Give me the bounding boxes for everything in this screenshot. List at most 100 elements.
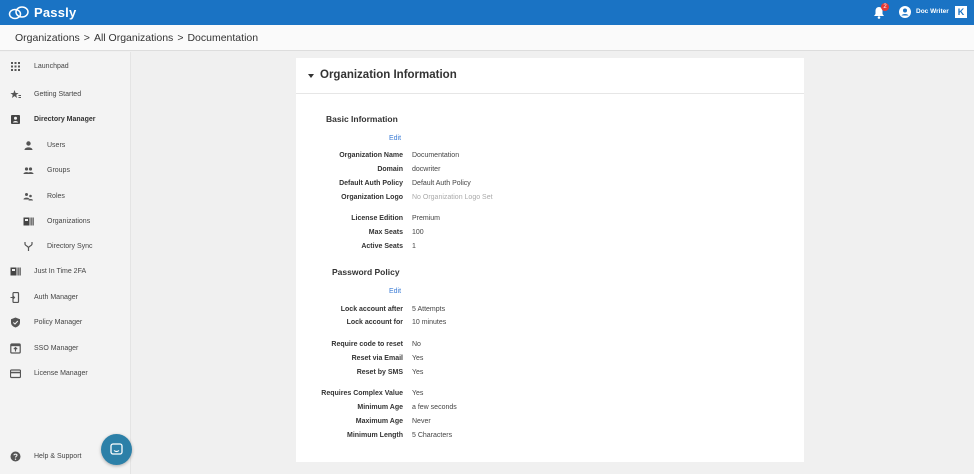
row-key: Organization Name [339,152,403,159]
info-row: Require code to reset No [296,341,804,353]
row-value: Default Auth Policy [412,180,471,187]
sidebar-item-label: Roles [47,193,65,200]
account-circle-icon[interactable] [899,6,911,18]
sidebar-item-users[interactable]: Users [0,137,131,155]
sidebar-item-directory-sync[interactable]: Directory Sync [0,238,131,256]
info-row: Requires Complex Value Yes [296,390,804,402]
row-key: Max Seats [368,229,403,236]
jit-icon [10,267,21,276]
sidebar-item-label: Help & Support [34,453,82,460]
sidebar-item-policy-manager[interactable]: Policy Manager [0,314,131,332]
row-key: Reset by SMS [356,369,403,376]
row-value: a few seconds [412,404,457,411]
row-value: No Organization Logo Set [412,194,493,201]
info-row: License Edition Premium [296,215,804,227]
sidebar-item-label: Just In Time 2FA [34,268,87,275]
info-row: Max Seats 100 [296,229,804,241]
sidebar-item-label: Launchpad [34,63,69,70]
app-logo[interactable]: Passly [8,4,76,21]
sidebar-item-groups[interactable]: Groups [0,162,131,180]
row-key: Maximum Age [355,418,403,425]
row-value: Yes [412,355,424,362]
row-value: 100 [412,229,424,236]
card-header[interactable]: Organization Information [296,58,804,94]
row-key: Lock account for [346,319,403,326]
row-key: Organization Logo [341,194,403,201]
sidebar: Launchpad Getting Started Directory Mana… [0,52,131,474]
sidebar-item-label: Directory Manager [34,116,96,123]
basic-info-title: Basic Information [326,114,398,124]
row-key: Lock account after [340,306,403,313]
password-policy-edit-link[interactable]: Edit [389,288,401,295]
sidebar-item-sso-manager[interactable]: SSO Manager [0,340,131,358]
row-value: 5 Attempts [412,306,446,313]
row-value: No [412,341,421,348]
sidebar-item-label: Getting Started [34,91,82,98]
sidebar-item-roles[interactable]: Roles [0,188,131,206]
sidebar-item-label: Users [47,142,66,149]
notification-badge: 2 [881,3,889,11]
row-value: Documentation [412,152,460,159]
row-value: Yes [412,369,424,376]
passly-logo-icon [8,5,29,19]
sidebar-item-getting-started[interactable]: Getting Started [0,86,131,104]
info-row: Organization Name Documentation [296,152,804,164]
breadcrumb-separator: > [83,32,90,44]
info-row: Reset by SMS Yes [296,369,804,381]
row-value: Premium [412,215,441,222]
brand-badge[interactable]: K [955,6,967,18]
info-row: Organization Logo No Organization Logo Se… [296,194,804,206]
row-value: 10 minutes [412,319,447,326]
info-row: Minimum Age a few seconds [296,404,804,416]
sidebar-item-label: Auth Manager [34,294,78,301]
info-row: Lock account after 5 Attempts [296,306,804,318]
org-icon [23,217,34,226]
person-icon [24,141,33,150]
row-key: Minimum Age [357,404,403,411]
row-key: Domain [377,166,403,173]
sidebar-item-license-manager[interactable]: License Manager [0,365,131,383]
sidebar-item-label: License Manager [34,370,88,377]
breadcrumb-separator: > [177,32,184,44]
breadcrumb-all-organizations[interactable]: All Organizations [94,32,173,44]
chat-launcher-button[interactable] [101,434,132,465]
row-key: Requires Complex Value [321,390,403,397]
top-bar: Passly 2 Doc Writer K [0,0,974,25]
sidebar-item-directory-manager[interactable]: Directory Manager [0,111,131,129]
sidebar-item-label: Policy Manager [34,319,83,326]
fork-icon [24,242,33,251]
row-key: Require code to reset [331,341,403,348]
sidebar-item-label: SSO Manager [34,345,79,352]
device-icon [10,292,20,303]
breadcrumb: Organizations > All Organizations > Document… [15,32,258,44]
info-row: Maximum Age Never [296,418,804,430]
help-icon [10,451,21,462]
row-value: 1 [412,243,416,250]
people-icon [23,167,34,174]
row-value: 5 Characters [412,432,453,439]
sidebar-item-jit-2fa[interactable]: Just In Time 2FA [0,263,131,281]
user-name[interactable]: Doc Writer [916,8,949,15]
info-row: Reset via Email Yes [296,355,804,367]
row-value: docwriter [412,166,441,173]
info-row: Default Auth Policy Default Auth Policy [296,180,804,192]
sidebar-item-auth-manager[interactable]: Auth Manager [0,289,131,307]
sso-icon [10,343,21,354]
info-row: Domain docwriter [296,166,804,178]
organization-info-card: Organization Information Basic Informati… [296,58,804,462]
app-name: Passly [34,5,77,20]
password-policy-title: Password Policy [332,267,400,277]
sidebar-item-launchpad[interactable]: Launchpad [0,58,131,76]
basic-info-edit-link[interactable]: Edit [389,135,401,142]
breadcrumb-organizations[interactable]: Organizations [15,32,80,44]
info-row: Minimum Length 5 Characters [296,432,804,444]
chat-icon [110,443,123,455]
collapse-caret-icon[interactable] [308,74,314,78]
row-value: Never [412,418,431,425]
row-key: Default Auth Policy [339,180,403,187]
sidebar-item-label: Groups [47,167,70,174]
breadcrumb-bar: Organizations > All Organizations > Document… [0,25,974,51]
sidebar-item-organizations[interactable]: Organizations [0,213,131,231]
card-icon [10,369,21,379]
star-icon [10,90,21,98]
